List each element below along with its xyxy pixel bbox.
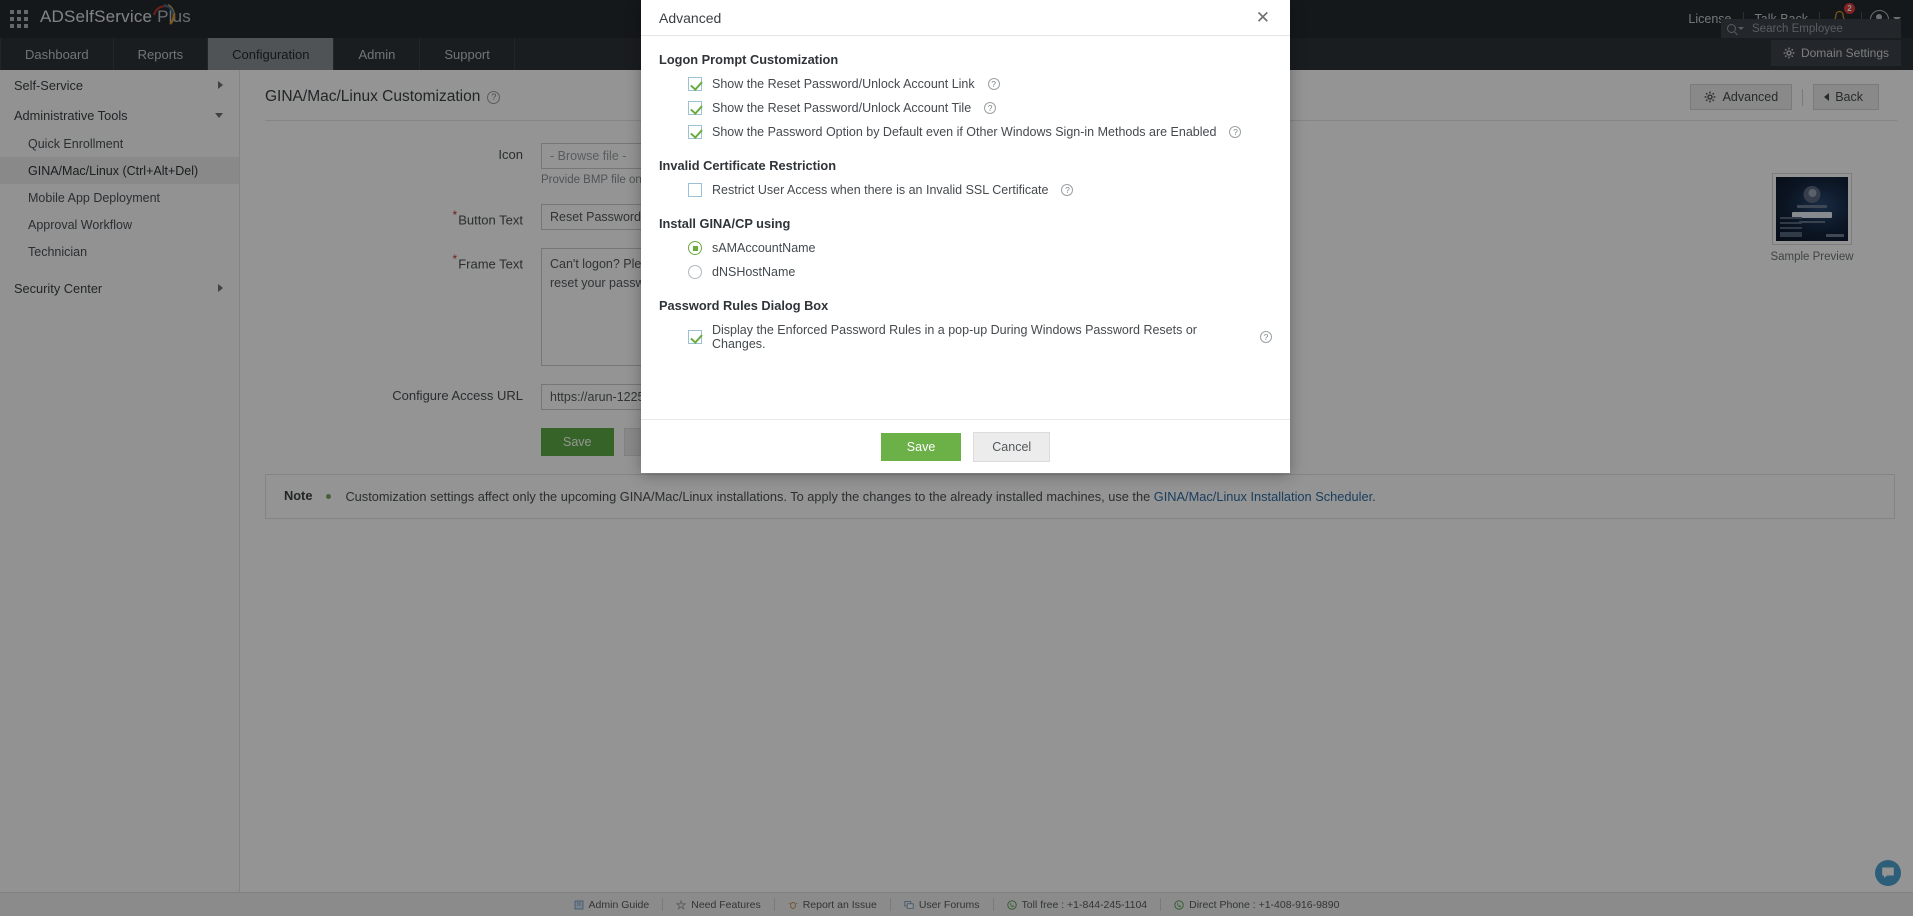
section-heading-install-gina: Install GINA/CP using xyxy=(659,216,791,231)
option-row-display-password-rules: Display the Enforced Password Rules in a… xyxy=(688,323,1272,351)
option-label: Restrict User Access when there is an In… xyxy=(712,183,1049,197)
option-row-samaccountname: sAMAccountName xyxy=(688,241,1272,255)
section-heading-password-rules: Password Rules Dialog Box xyxy=(659,298,829,313)
radio-samaccountname[interactable] xyxy=(688,241,702,255)
section-heading-invalid-certificate: Invalid Certificate Restriction xyxy=(659,158,837,173)
dialog-header: Advanced ✕ xyxy=(641,0,1290,36)
option-label: Display the Enforced Password Rules in a… xyxy=(712,323,1197,351)
option-row-show-password-option: Show the Password Option by Default even… xyxy=(688,125,1272,139)
option-label: sAMAccountName xyxy=(712,241,816,255)
option-label: Show the Password Option by Default even… xyxy=(712,125,1217,139)
option-row-show-reset-link: Show the Reset Password/Unlock Account L… xyxy=(688,77,1272,91)
dialog-title: Advanced xyxy=(659,9,722,26)
radio-dnshostname[interactable] xyxy=(688,265,702,279)
option-row-restrict-invalid-ssl: Restrict User Access when there is an In… xyxy=(688,183,1272,197)
dialog-body: Logon Prompt Customization Show the Rese… xyxy=(641,36,1290,419)
question-mark-icon[interactable]: ? xyxy=(984,102,997,114)
option-label: dNSHostName xyxy=(712,265,796,279)
section-heading-logon-prompt: Logon Prompt Customization xyxy=(659,52,839,67)
question-mark-icon[interactable]: ? xyxy=(987,78,1000,90)
checkbox-show-reset-tile[interactable] xyxy=(688,101,702,115)
option-row-show-reset-tile: Show the Reset Password/Unlock Account T… xyxy=(688,101,1272,115)
checkbox-restrict-invalid-ssl[interactable] xyxy=(688,183,702,197)
dialog-cancel-button[interactable]: Cancel xyxy=(973,431,1051,462)
question-mark-icon[interactable]: ? xyxy=(1229,126,1242,138)
checkbox-show-password-option[interactable] xyxy=(688,125,702,139)
dialog-footer: Save Cancel xyxy=(641,419,1290,473)
option-label: Show the Reset Password/Unlock Account L… xyxy=(712,77,975,91)
checkbox-show-reset-link[interactable] xyxy=(688,77,702,91)
dialog-save-button[interactable]: Save xyxy=(880,432,962,461)
question-mark-icon[interactable]: ? xyxy=(1061,184,1074,196)
close-icon[interactable]: ✕ xyxy=(1252,7,1274,28)
advanced-dialog: Advanced ✕ Logon Prompt Customization Sh… xyxy=(641,0,1290,473)
question-mark-icon[interactable]: ? xyxy=(1260,331,1272,343)
checkbox-display-password-rules[interactable] xyxy=(688,330,702,344)
option-row-dnshostname: dNSHostName xyxy=(688,265,1272,279)
option-label: Show the Reset Password/Unlock Account T… xyxy=(712,101,972,115)
